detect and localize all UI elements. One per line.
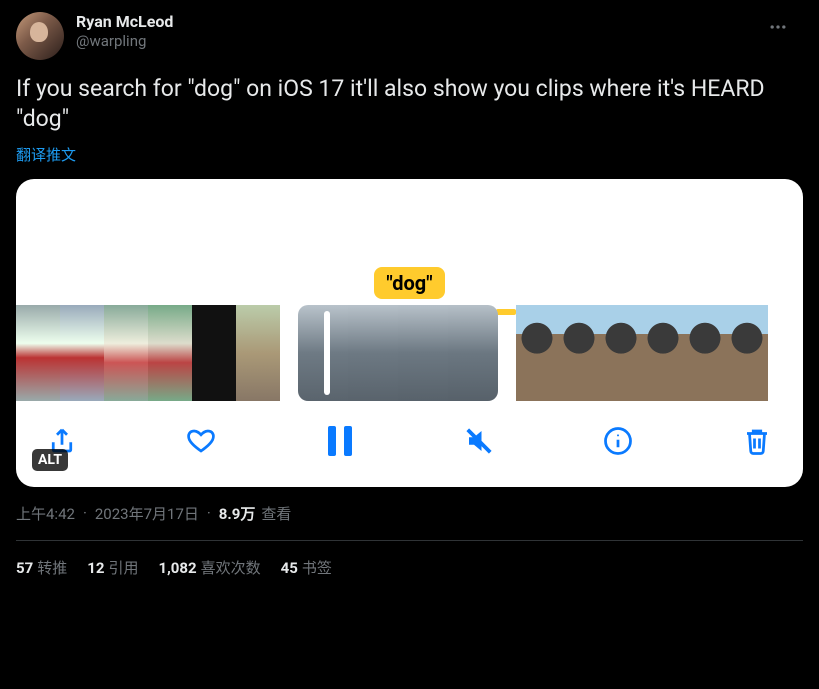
tweet-text: If you search for "dog" on iOS 17 it'll … — [16, 74, 803, 134]
mute-button[interactable] — [461, 423, 497, 459]
like-button[interactable] — [183, 423, 219, 459]
views-label: 查看 — [261, 503, 291, 524]
tweet-date[interactable]: 2023年7月17日 — [95, 503, 199, 524]
clip-thumbnail-group[interactable] — [16, 305, 280, 401]
tweet-header: Ryan McLeod @warpling — [16, 12, 803, 60]
info-button[interactable] — [600, 423, 636, 459]
stats-row: 57转推 12引用 1,082喜欢次数 45书签 — [16, 541, 803, 578]
pause-button[interactable] — [322, 423, 358, 459]
media-card[interactable]: "dog" — [16, 179, 803, 487]
quotes-stat[interactable]: 12引用 — [87, 557, 138, 578]
clip-thumbnail-group-active[interactable] — [298, 305, 498, 401]
filmstrip[interactable] — [16, 305, 803, 401]
likes-stat[interactable]: 1,082喜欢次数 — [158, 557, 260, 578]
media-toolbar — [16, 401, 803, 487]
author-display-name: Ryan McLeod — [76, 12, 173, 32]
retweets-stat[interactable]: 57转推 — [16, 557, 67, 578]
tweet-meta: 上午4:42 2023年7月17日 8.9万 查看 — [16, 503, 803, 524]
clip-thumbnail-group[interactable] — [516, 305, 768, 401]
views-count: 8.9万 — [219, 503, 256, 524]
tweet-container: Ryan McLeod @warpling If you search for … — [0, 0, 819, 578]
author-block[interactable]: Ryan McLeod @warpling — [76, 12, 173, 51]
search-tag-row: "dog" — [16, 267, 803, 305]
playhead[interactable] — [324, 311, 330, 395]
pause-icon — [328, 426, 352, 456]
avatar[interactable] — [16, 12, 64, 60]
more-options-button[interactable] — [761, 10, 795, 44]
scrub-marker — [496, 309, 516, 315]
alt-badge[interactable]: ALT — [32, 449, 68, 471]
media-whitespace — [16, 179, 803, 267]
translate-link[interactable]: 翻译推文 — [16, 144, 803, 165]
author-handle: @warpling — [76, 32, 173, 51]
delete-button[interactable] — [739, 423, 775, 459]
bookmarks-stat[interactable]: 45书签 — [281, 557, 332, 578]
tweet-time[interactable]: 上午4:42 — [16, 503, 75, 524]
search-result-tag: "dog" — [374, 267, 444, 299]
